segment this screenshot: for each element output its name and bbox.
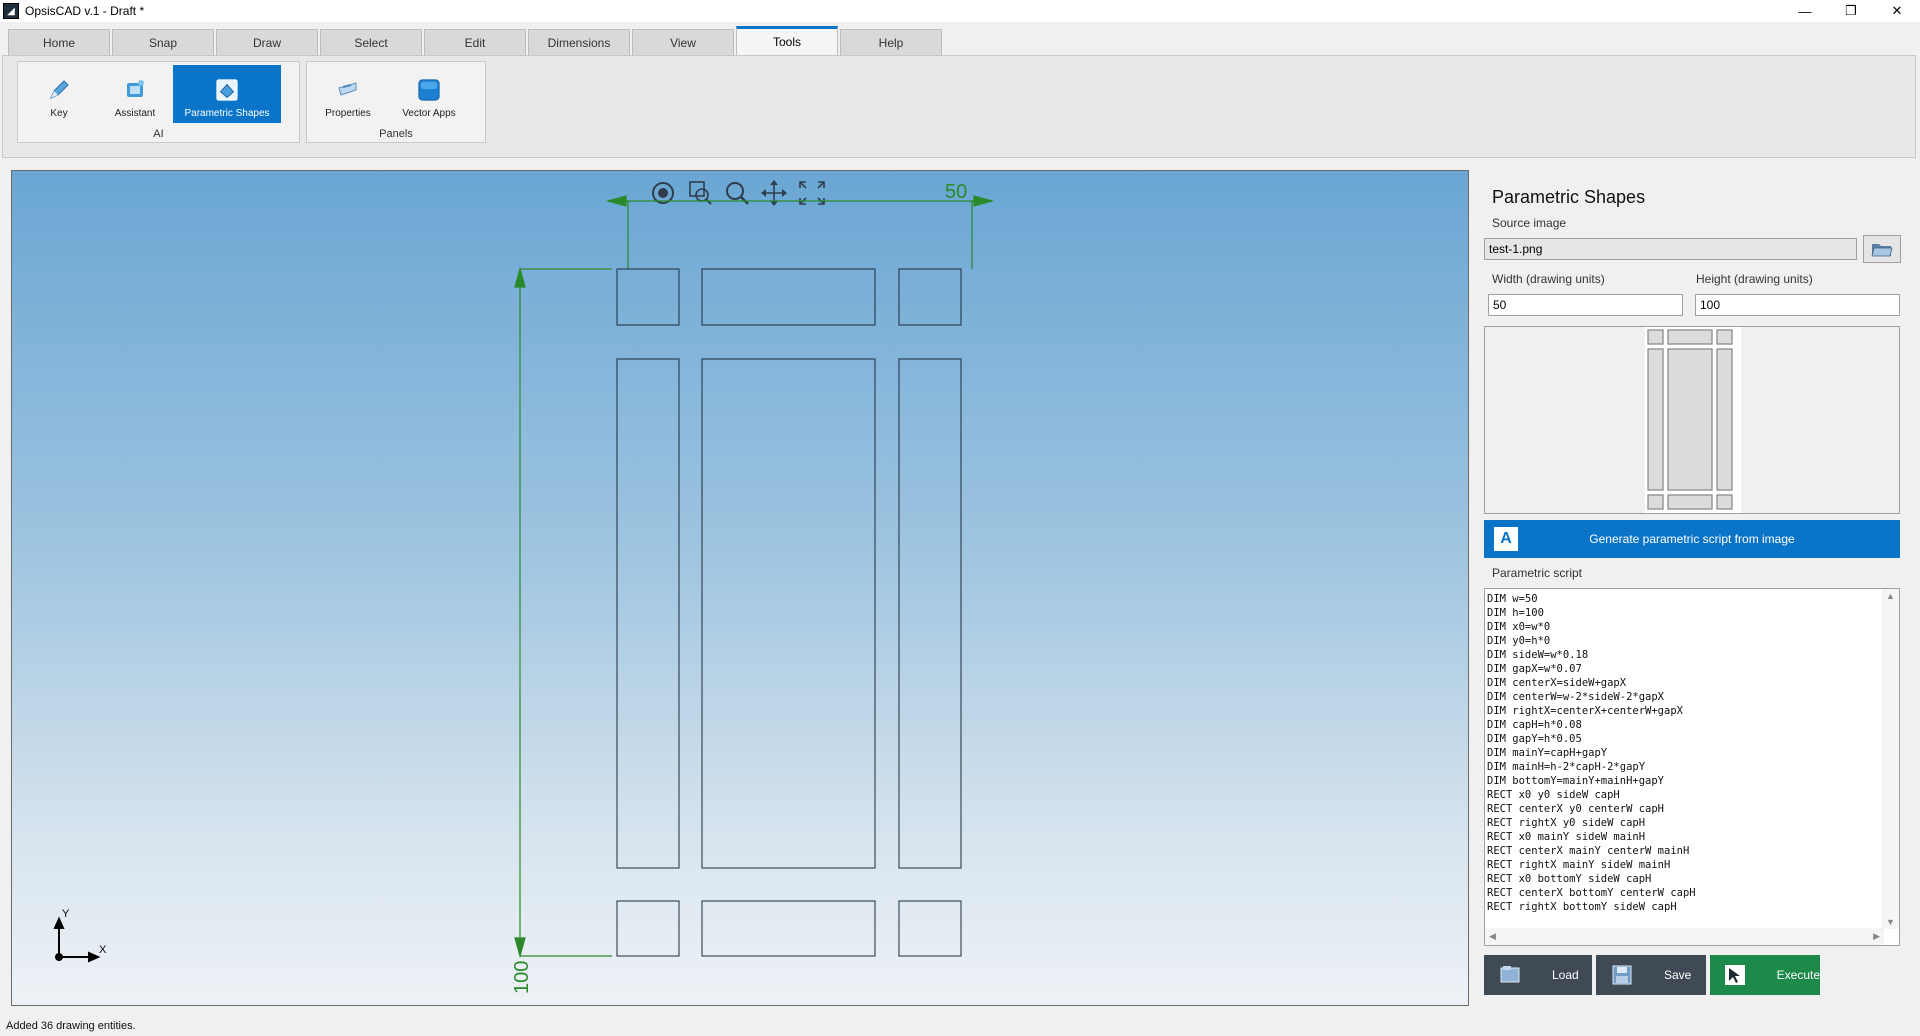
save-label: Save: [1664, 968, 1692, 982]
tab-home[interactable]: Home: [8, 29, 110, 55]
vector-apps-button[interactable]: Vector Apps: [386, 65, 472, 123]
shape-rect-main-left[interactable]: [616, 358, 680, 869]
vector-apps-label: Vector Apps: [402, 108, 456, 119]
vector-apps-icon: [417, 78, 441, 102]
ribbon-tabs: Home Snap Draw Select Edit Dimensions Vi…: [0, 22, 1920, 55]
source-image-preview: [1484, 326, 1900, 514]
ai-group-label: AI: [153, 128, 164, 140]
open-folder-icon: [1871, 244, 1893, 257]
vertical-scrollbar[interactable]: ▲ ▼: [1882, 589, 1899, 929]
save-disk-icon: [1610, 963, 1634, 987]
preview-image: [1645, 327, 1741, 513]
tab-edit[interactable]: Edit: [424, 29, 526, 55]
execute-label: Execute: [1776, 968, 1820, 982]
browse-button[interactable]: [1863, 235, 1901, 263]
scroll-right-icon[interactable]: ▶: [1873, 931, 1880, 942]
shape-rect-top-center[interactable]: [701, 268, 876, 326]
properties-button[interactable]: Properties: [310, 65, 386, 123]
script-label: Parametric script: [1492, 566, 1583, 580]
script-text[interactable]: DIM w=50 DIM h=100 DIM x0=w*0 DIM y0=h*0…: [1487, 592, 1881, 928]
load-label: Load: [1552, 968, 1579, 982]
key-label: Key: [50, 108, 68, 119]
generate-script-label: Generate parametric script from image: [1589, 532, 1795, 546]
load-icon: [1498, 963, 1522, 987]
width-field[interactable]: 50: [1488, 294, 1683, 316]
ribbon-group-panels: Properties Vector Apps Panels: [306, 61, 486, 143]
shape-rect-bottom-left[interactable]: [616, 900, 680, 957]
window-controls: — ❐ ✕: [1782, 0, 1920, 22]
shape-rect-bottom-right[interactable]: [898, 900, 962, 957]
tab-draw[interactable]: Draw: [216, 29, 318, 55]
scroll-left-icon[interactable]: ◀: [1489, 931, 1496, 942]
source-image-label: Source image: [1492, 216, 1567, 230]
opsiscad-logo-icon: ◢: [3, 3, 19, 19]
panels-group-label: Panels: [379, 128, 413, 140]
minimize-button[interactable]: —: [1782, 0, 1828, 22]
load-button[interactable]: Load: [1484, 955, 1592, 995]
source-image-field[interactable]: test-1.png: [1484, 238, 1857, 260]
parametric-shapes-button[interactable]: Parametric Shapes: [173, 65, 281, 123]
tab-snap[interactable]: Snap: [112, 29, 214, 55]
status-bar: Added 36 drawing entities.: [0, 1016, 1920, 1036]
properties-icon: [336, 78, 360, 102]
parametric-shapes-panel: Parametric Shapes Source image test-1.pn…: [1474, 170, 1914, 1006]
assistant-icon: [123, 78, 147, 102]
tab-select[interactable]: Select: [320, 29, 422, 55]
width-dimension[interactable]: [605, 195, 995, 269]
orbit-icon[interactable]: [652, 182, 674, 204]
parametric-shapes-icon: [215, 78, 239, 102]
key-pen-icon: [47, 78, 71, 102]
assistant-button[interactable]: Assistant: [97, 65, 173, 123]
window-title: OpsisCAD v.1 - Draft *: [25, 4, 145, 18]
tab-view[interactable]: View: [632, 29, 734, 55]
scroll-down-icon[interactable]: ▼: [1886, 917, 1895, 927]
shape-rect-main-right[interactable]: [898, 358, 962, 869]
height-dimension-text: 100: [511, 961, 533, 994]
shape-rect-top-right[interactable]: [898, 268, 962, 326]
properties-label: Properties: [325, 108, 371, 119]
status-text: Added 36 drawing entities.: [6, 1020, 136, 1032]
close-button[interactable]: ✕: [1874, 0, 1920, 22]
ai-logo-icon: A: [1494, 527, 1518, 551]
pan-icon[interactable]: [761, 180, 787, 206]
script-editor[interactable]: DIM w=50 DIM h=100 DIM x0=w*0 DIM y0=h*0…: [1484, 588, 1900, 946]
parametric-shapes-label: Parametric Shapes: [184, 108, 270, 119]
horizontal-scrollbar[interactable]: ◀ ▶: [1485, 928, 1884, 945]
tab-help[interactable]: Help: [840, 29, 942, 55]
shape-rect-bottom-center[interactable]: [701, 900, 876, 957]
height-dimension[interactable]: [514, 266, 612, 959]
ribbon-group-ai: Key Assistant Parametric Shapes AI: [17, 61, 300, 143]
width-label: Width (drawing units): [1492, 272, 1605, 286]
scroll-up-icon[interactable]: ▲: [1886, 591, 1895, 601]
generate-script-button[interactable]: A Generate parametric script from image: [1484, 520, 1900, 558]
drawing-canvas[interactable]: 50 100 Y X: [11, 170, 1469, 1006]
tab-dimensions[interactable]: Dimensions: [528, 29, 630, 55]
drawing-svg: 50 100 Y X: [53, 180, 995, 994]
title-bar: ◢ OpsisCAD v.1 - Draft * — ❐ ✕: [0, 0, 1920, 22]
tab-tools[interactable]: Tools: [736, 26, 838, 55]
panel-title: Parametric Shapes: [1492, 187, 1646, 207]
height-field[interactable]: 100: [1695, 294, 1900, 316]
cursor-arrow-icon: [1724, 963, 1747, 987]
execute-button[interactable]: Execute: [1710, 955, 1820, 995]
axis-x-label: X: [99, 944, 107, 956]
height-label: Height (drawing units): [1696, 272, 1813, 286]
ucs-axis-icon: [53, 916, 101, 963]
key-button[interactable]: Key: [21, 65, 97, 123]
shape-rect-top-left[interactable]: [616, 268, 680, 326]
assistant-label: Assistant: [114, 108, 156, 119]
shape-rect-main-center[interactable]: [701, 358, 876, 869]
width-dimension-text: 50: [945, 181, 967, 203]
save-button[interactable]: Save: [1596, 955, 1706, 995]
axis-y-label: Y: [62, 908, 70, 920]
restore-button[interactable]: ❐: [1828, 0, 1874, 22]
ribbon: Key Assistant Parametric Shapes AI Prope…: [2, 55, 1916, 158]
